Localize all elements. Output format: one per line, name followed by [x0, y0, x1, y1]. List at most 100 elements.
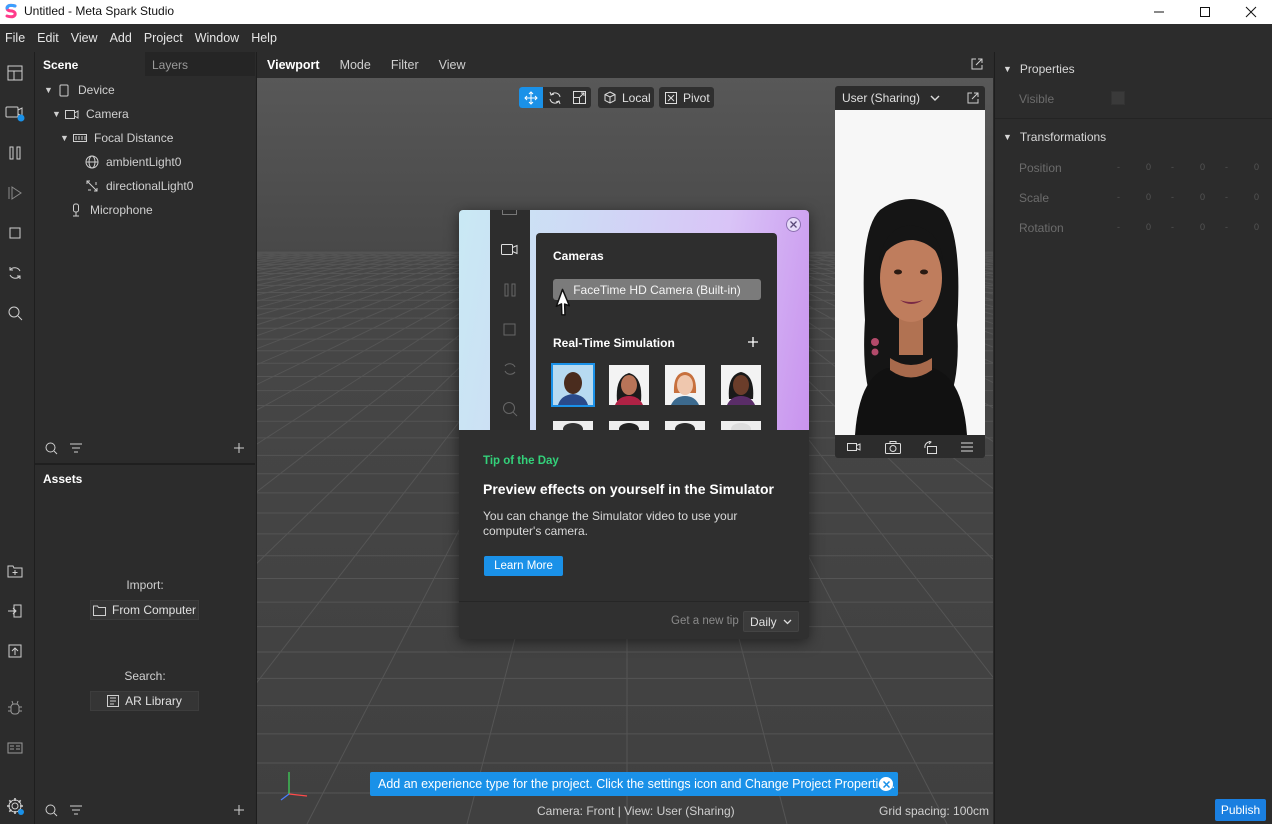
- publish-button[interactable]: Publish: [1215, 799, 1266, 821]
- axis-gizmo-icon: [280, 772, 308, 801]
- expand-arrow-icon[interactable]: ▼: [60, 133, 72, 143]
- spark-logo-icon: [4, 3, 18, 19]
- screenshot-icon[interactable]: [884, 440, 901, 454]
- filter-icon[interactable]: [70, 443, 82, 453]
- learn-more-button[interactable]: Learn More: [484, 556, 563, 576]
- search-icon[interactable]: [45, 442, 58, 455]
- tab-view[interactable]: View: [429, 58, 476, 72]
- rotate-device-icon[interactable]: [924, 440, 938, 454]
- transform-value-field[interactable]: -0: [1219, 222, 1265, 238]
- minimize-button[interactable]: [1136, 0, 1182, 24]
- tree-label: ambientLight0: [106, 155, 182, 169]
- add-folder-icon[interactable]: [4, 560, 26, 582]
- tab-layers[interactable]: Layers: [152, 58, 188, 72]
- bug-icon[interactable]: [4, 697, 26, 719]
- menu-view[interactable]: View: [65, 24, 104, 52]
- filter-icon[interactable]: [70, 805, 82, 815]
- restart-icon: [502, 361, 518, 377]
- add-object-icon[interactable]: [233, 442, 245, 454]
- view-select-label: User (Sharing): [842, 91, 921, 105]
- tree-item-ambient-light[interactable]: ambientLight0: [84, 152, 181, 172]
- tree-item-camera[interactable]: ▼ Camera: [52, 104, 129, 124]
- tree-item-microphone[interactable]: Microphone: [68, 200, 153, 220]
- menu-window[interactable]: Window: [189, 24, 245, 52]
- transform-value-field[interactable]: -0: [1165, 222, 1211, 238]
- tree-item-device[interactable]: ▼ Device: [44, 80, 115, 100]
- properties-title: Properties: [1019, 62, 1075, 76]
- video-camera-icon[interactable]: [846, 442, 861, 452]
- expand-arrow-icon[interactable]: ▼: [44, 85, 56, 95]
- menu-edit[interactable]: Edit: [31, 24, 65, 52]
- search-icon[interactable]: [45, 804, 58, 817]
- search-icon: [502, 401, 518, 417]
- pause-icon[interactable]: [4, 142, 26, 164]
- notification-banner: Add an experience type for the project. …: [370, 772, 898, 796]
- grid-spacing: Grid spacing: 100cm: [879, 804, 990, 818]
- tab-filter[interactable]: Filter: [381, 58, 429, 72]
- transform-value-field[interactable]: -0: [1219, 192, 1265, 208]
- stop-icon: [503, 323, 517, 337]
- tip-frequency-select[interactable]: Daily: [743, 611, 799, 632]
- expand-arrow-icon[interactable]: ▼: [52, 109, 64, 119]
- simulator-view-select[interactable]: User (Sharing): [842, 91, 940, 105]
- upload-icon[interactable]: [4, 640, 26, 662]
- move-tool-icon[interactable]: [519, 87, 543, 108]
- add-asset-icon[interactable]: [233, 804, 245, 816]
- directional-light-icon: [84, 179, 100, 193]
- menu-project[interactable]: Project: [138, 24, 189, 52]
- pop-out-icon[interactable]: [971, 58, 983, 70]
- stop-icon[interactable]: [4, 222, 26, 244]
- local-toggle[interactable]: Local: [598, 87, 654, 108]
- pivot-label: Pivot: [683, 90, 710, 105]
- close-notification-button[interactable]: [879, 777, 893, 791]
- assets-panel: Assets Import: From Computer Search: AR …: [35, 463, 255, 824]
- visible-checkbox[interactable]: [1111, 91, 1125, 105]
- transform-value-field[interactable]: -0: [1111, 192, 1157, 208]
- import-icon[interactable]: [4, 600, 26, 622]
- simulator-camera-icon[interactable]: [4, 102, 26, 124]
- transform-tools: [519, 87, 591, 108]
- console-icon[interactable]: [4, 737, 26, 759]
- restart-icon[interactable]: [4, 262, 26, 284]
- cube-icon: [604, 91, 616, 104]
- tab-scene[interactable]: Scene: [43, 58, 78, 72]
- menu-file[interactable]: File: [0, 24, 31, 52]
- rotate-tool-icon[interactable]: [543, 87, 567, 108]
- transform-value-field[interactable]: -0: [1165, 162, 1211, 178]
- transform-value-field[interactable]: -0: [1219, 162, 1265, 178]
- notification-text: Add an experience type for the project. …: [378, 777, 895, 791]
- pivot-toggle[interactable]: Pivot: [659, 87, 714, 108]
- transformations-header[interactable]: ▼ Transformations: [1003, 130, 1106, 144]
- layout-icon[interactable]: [4, 62, 26, 84]
- tip-body: Tip of the Day Preview effects on yourse…: [459, 430, 809, 601]
- search-icon[interactable]: [4, 302, 26, 324]
- menu-help[interactable]: Help: [245, 24, 283, 52]
- maximize-button[interactable]: [1182, 0, 1228, 24]
- tab-mode[interactable]: Mode: [330, 58, 381, 72]
- position-label: Position: [1019, 161, 1062, 175]
- ar-library-button[interactable]: AR Library: [90, 691, 199, 711]
- cameras-popover: Cameras FaceTime HD Camera (Built-in) Re…: [536, 233, 777, 430]
- frequency-value: Daily: [750, 614, 777, 629]
- import-from-computer-button[interactable]: From Computer: [90, 600, 199, 620]
- transform-value-field[interactable]: -0: [1111, 222, 1157, 238]
- pop-out-icon[interactable]: [967, 92, 979, 104]
- tree-item-directional-light[interactable]: directionalLight0: [84, 176, 193, 196]
- close-dialog-button[interactable]: [786, 217, 801, 232]
- tree-label: Focal Distance: [94, 131, 174, 145]
- cameras-title: Cameras: [553, 249, 604, 263]
- simulator-menu-icon[interactable]: [961, 442, 974, 452]
- scale-tool-icon[interactable]: [567, 87, 591, 108]
- transform-value-field[interactable]: -0: [1165, 192, 1211, 208]
- simulator-controls: [835, 438, 985, 456]
- properties-header[interactable]: ▼ Properties: [1003, 62, 1075, 76]
- close-window-button[interactable]: [1228, 0, 1272, 24]
- new-tip-label: Get a new tip: [671, 615, 739, 627]
- step-forward-icon[interactable]: [4, 182, 26, 204]
- transform-value-field[interactable]: -0: [1111, 162, 1157, 178]
- tree-item-focal-distance[interactable]: ▼ Focal Distance: [60, 128, 173, 148]
- import-button-label: From Computer: [111, 603, 197, 617]
- menu-add[interactable]: Add: [104, 24, 138, 52]
- settings-icon[interactable]: [4, 795, 26, 817]
- tab-viewport[interactable]: Viewport: [257, 58, 330, 72]
